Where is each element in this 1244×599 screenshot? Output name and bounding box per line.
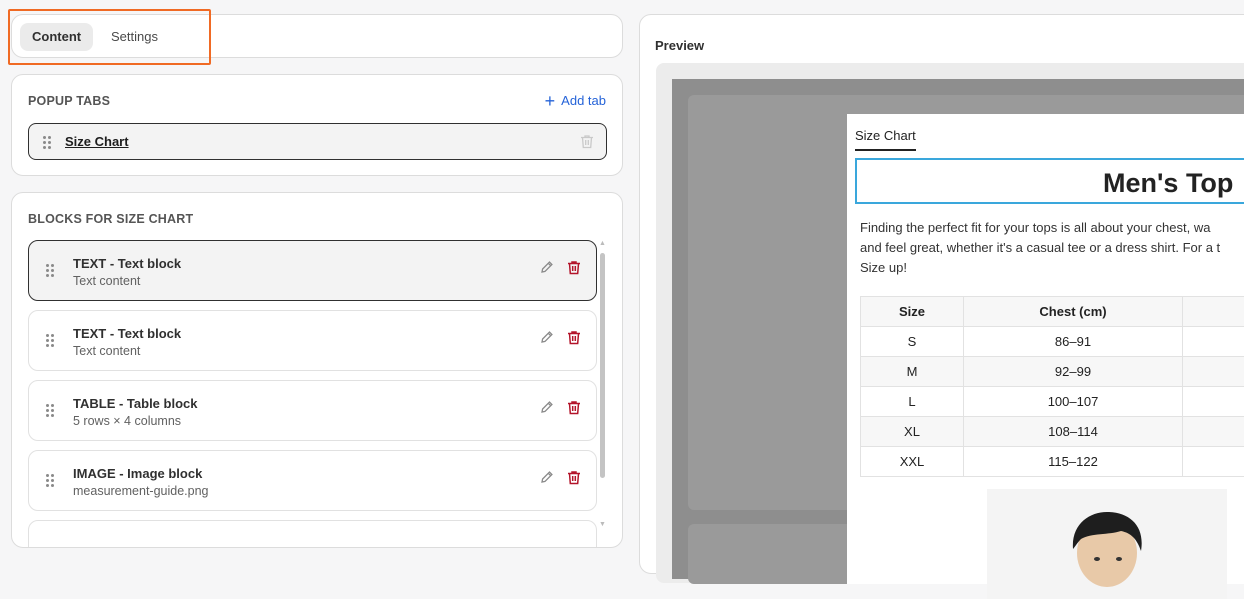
block-subtitle: Text content [73, 344, 140, 358]
table-cell [1183, 447, 1244, 477]
block-title: IMAGE - Image block [73, 466, 202, 481]
table-header-row: Size Chest (cm) [861, 297, 1244, 327]
table-cell [1183, 357, 1244, 387]
table-row: S 86–91 [861, 327, 1244, 357]
table-cell [1183, 387, 1244, 417]
blocks-card: BLOCKS FOR SIZE CHART TEXT - Text block … [11, 192, 623, 548]
table-cell: 108–114 [964, 417, 1183, 447]
add-tab-label: Add tab [561, 93, 606, 108]
table-cell: L [861, 387, 964, 417]
drag-handle-icon[interactable] [43, 136, 51, 148]
block-title: TEXT - Text block [73, 256, 181, 271]
table-row: M 92–99 [861, 357, 1244, 387]
drag-handle-icon[interactable] [46, 474, 54, 486]
table-cell [1183, 417, 1244, 447]
table-header: Size [861, 297, 964, 327]
table-row: XL 108–114 [861, 417, 1244, 447]
popup-tab-label[interactable]: Size Chart [65, 134, 129, 149]
modal-heading: Men's Top [1103, 168, 1233, 199]
description-line: Size up! [860, 258, 1244, 278]
block-item[interactable]: TEXT - Text block Text content [28, 310, 597, 371]
modal-tab-size-chart[interactable]: Size Chart [855, 128, 916, 151]
pencil-icon[interactable] [540, 470, 554, 489]
tab-content[interactable]: Content [20, 23, 93, 51]
description-line: and feel great, whether it's a casual te… [860, 238, 1244, 258]
scrollbar-thumb[interactable] [600, 253, 605, 478]
block-subtitle: measurement-guide.png [73, 484, 209, 498]
drag-handle-icon[interactable] [46, 334, 54, 346]
scroll-up-arrow-icon[interactable]: ▲ [599, 240, 606, 247]
model-photo-icon [1061, 509, 1153, 589]
table-header [1183, 297, 1244, 327]
table-cell: XL [861, 417, 964, 447]
block-subtitle: Text content [73, 274, 140, 288]
block-item[interactable]: TEXT - Text block Text content [28, 240, 597, 301]
size-table: Size Chest (cm) S 86–91 M 92–99 L 100–10… [860, 296, 1244, 477]
popup-tab-item-size-chart[interactable]: Size Chart [28, 123, 607, 160]
trash-icon[interactable] [567, 470, 581, 490]
table-cell: 92–99 [964, 357, 1183, 387]
drag-handle-icon[interactable] [46, 264, 54, 276]
table-row: XXL 115–122 [861, 447, 1244, 477]
tab-settings[interactable]: Settings [99, 23, 170, 51]
preview-card: Preview Size Chart Men's Top Finding the… [639, 14, 1244, 574]
popup-tabs-title: POPUP TABS [28, 94, 110, 108]
pencil-icon[interactable] [540, 330, 554, 349]
block-title: TABLE - Table block [73, 396, 197, 411]
blocks-title: BLOCKS FOR SIZE CHART [28, 212, 193, 226]
table-cell: S [861, 327, 964, 357]
popup-tabs-card: POPUP TABS + Add tab Size Chart [11, 74, 623, 176]
plus-icon: + [545, 94, 556, 108]
block-item[interactable]: IMAGE - Image block measurement-guide.pn… [28, 450, 597, 511]
size-chart-modal: Size Chart Men's Top Finding the perfect… [847, 114, 1244, 584]
block-item-partial[interactable] [28, 520, 597, 548]
table-cell: 115–122 [964, 447, 1183, 477]
block-item[interactable]: TABLE - Table block 5 rows × 4 columns [28, 380, 597, 441]
modal-description: Finding the perfect fit for your tops is… [860, 218, 1244, 278]
drag-handle-icon[interactable] [46, 404, 54, 416]
pencil-icon[interactable] [540, 260, 554, 279]
table-row: L 100–107 [861, 387, 1244, 417]
table-cell: 100–107 [964, 387, 1183, 417]
trash-icon[interactable] [567, 260, 581, 280]
table-cell [1183, 327, 1244, 357]
table-cell: 86–91 [964, 327, 1183, 357]
preview-label: Preview [655, 38, 704, 53]
trash-icon[interactable] [580, 134, 594, 154]
table-header: Chest (cm) [964, 297, 1183, 327]
trash-icon[interactable] [567, 330, 581, 350]
description-line: Finding the perfect fit for your tops is… [860, 218, 1244, 238]
table-cell: M [861, 357, 964, 387]
scroll-down-arrow-icon[interactable]: ▼ [599, 521, 606, 528]
block-title: TEXT - Text block [73, 326, 181, 341]
pencil-icon[interactable] [540, 400, 554, 419]
modal-heading-box: Men's Top [855, 158, 1244, 204]
editor-tabs-bar: Content Settings [11, 14, 623, 58]
trash-icon[interactable] [567, 400, 581, 420]
block-subtitle: 5 rows × 4 columns [73, 414, 181, 428]
add-tab-button[interactable]: + Add tab [545, 93, 606, 108]
table-cell: XXL [861, 447, 964, 477]
